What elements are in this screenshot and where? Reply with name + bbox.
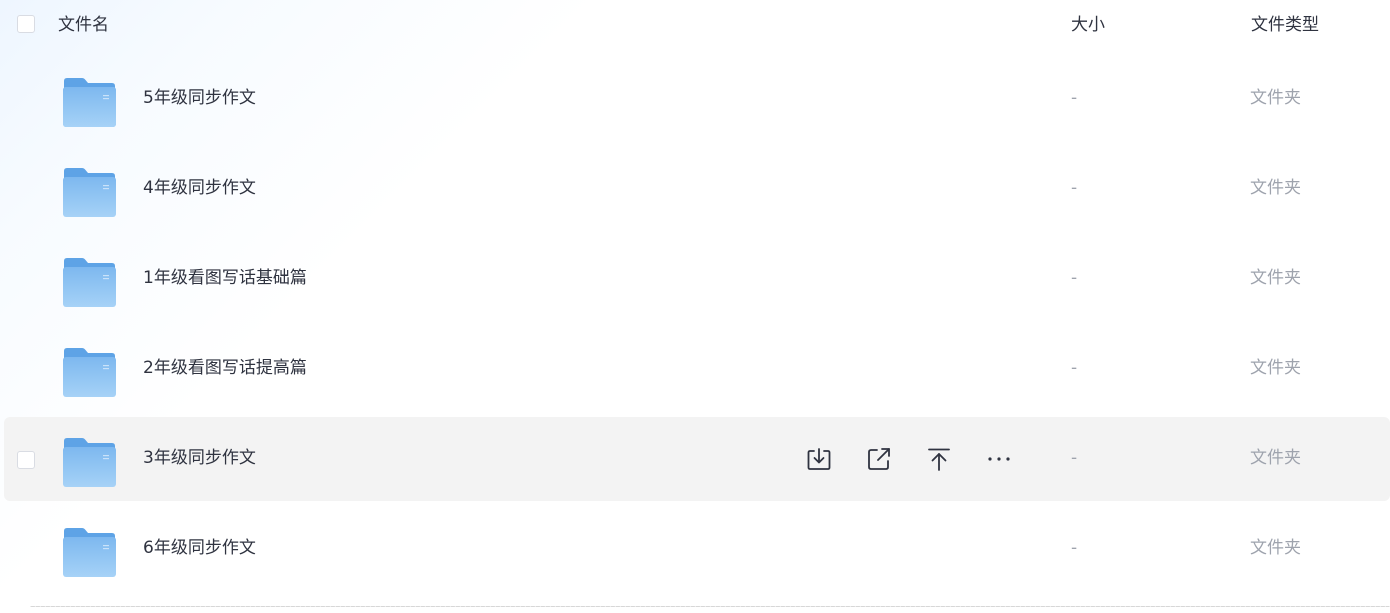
download-button[interactable] [805,445,833,473]
file-type: 文件夹 [1250,538,1301,558]
column-header-size[interactable]: 大小 [1071,14,1105,36]
move-to-top-icon [928,448,950,471]
row-checkbox[interactable] [17,451,35,469]
column-header-name[interactable]: 文件名 [58,14,109,36]
file-name[interactable]: 4年级同步作文 [143,177,256,199]
file-row[interactable]: 5年级同步作文 - 文件夹 [4,57,1390,141]
folder-icon [63,168,116,217]
share-icon [868,448,890,470]
file-type: 文件夹 [1250,178,1301,198]
file-name[interactable]: 2年级看图写话提高篇 [143,357,307,379]
file-type: 文件夹 [1250,358,1301,378]
file-name[interactable]: 5年级同步作文 [143,87,256,109]
file-row[interactable]: 2年级看图写话提高篇 - 文件夹 [4,327,1390,411]
more-icon [988,457,1010,461]
file-type: 文件夹 [1250,448,1301,468]
file-row[interactable]: 6年级同步作文 - 文件夹 [4,507,1390,591]
file-type: 文件夹 [1250,88,1301,108]
file-size: - [1071,88,1078,108]
folder-icon [63,258,116,307]
folder-icon [63,348,116,397]
share-button[interactable] [865,445,893,473]
file-size: - [1071,448,1078,468]
folder-icon [63,438,116,487]
file-size: - [1071,268,1078,288]
file-name[interactable]: 3年级同步作文 [143,447,256,469]
file-row[interactable]: 4年级同步作文 - 文件夹 [4,147,1390,231]
file-row[interactable]: 1年级看图写话基础篇 - 文件夹 [4,237,1390,321]
list-bottom-divider [30,606,1390,607]
file-name[interactable]: 1年级看图写话基础篇 [143,267,307,289]
file-list-page: 文件名 大小 文件类型 5年级同步作文 - 文件夹 4年级同步作文 - 文件夹 [0,0,1390,613]
file-size: - [1071,538,1078,558]
folder-icon [63,78,116,127]
download-icon [807,448,831,470]
file-size: - [1071,178,1078,198]
file-row-hovered[interactable]: 3年级同步作文 - 文件夹 [4,417,1390,501]
file-list-header: 文件名 大小 文件类型 [0,0,1390,52]
column-header-type[interactable]: 文件类型 [1251,14,1319,36]
folder-icon [63,528,116,577]
file-name[interactable]: 6年级同步作文 [143,537,256,559]
file-size: - [1071,358,1078,378]
move-to-top-button[interactable] [925,445,953,473]
select-all-checkbox[interactable] [17,15,35,33]
file-type: 文件夹 [1250,268,1301,288]
more-button[interactable] [985,445,1013,473]
